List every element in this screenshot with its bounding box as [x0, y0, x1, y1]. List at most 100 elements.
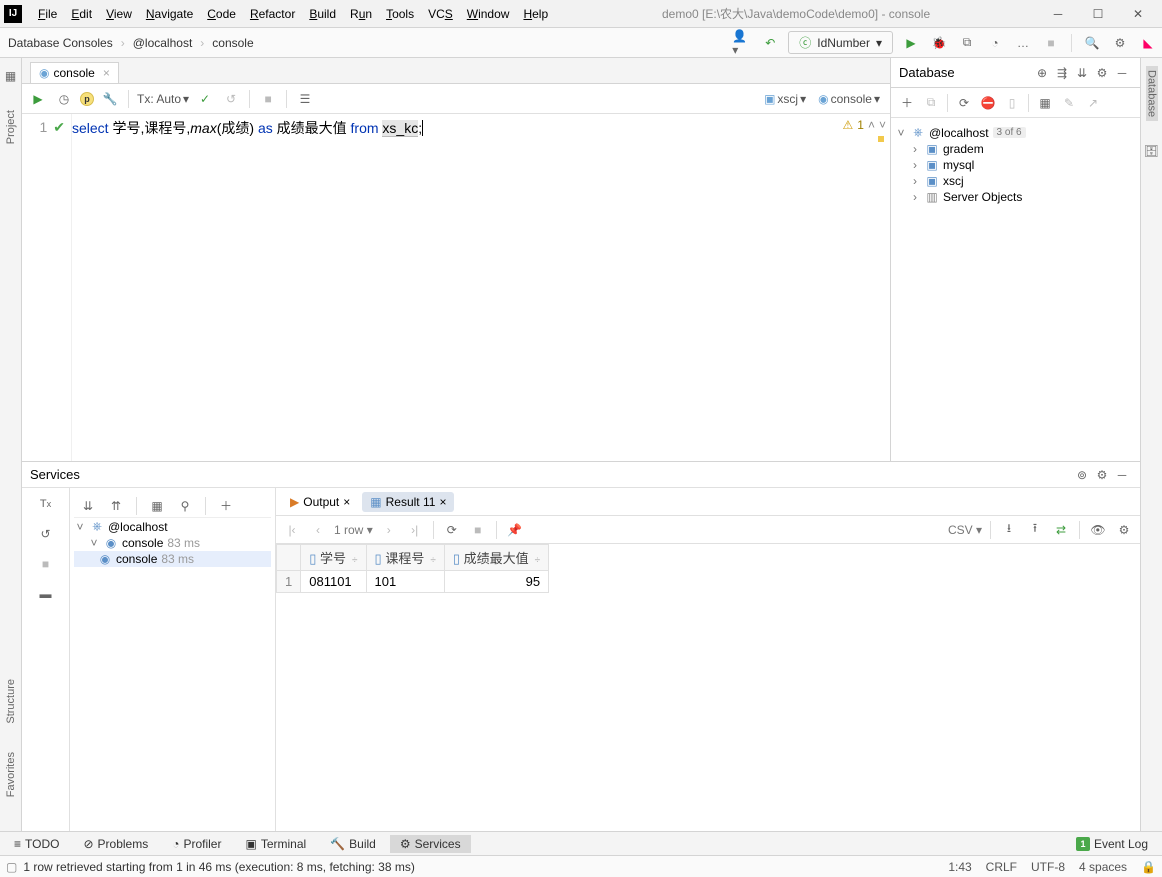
- run-configuration-dropdown[interactable]: ⓒ IdNumber ▾: [788, 31, 893, 54]
- close-icon[interactable]: ×: [439, 495, 446, 509]
- gear-icon[interactable]: ⚙: [1092, 63, 1112, 83]
- tab-terminal[interactable]: ▣ Terminal: [235, 835, 316, 853]
- expand-all-icon[interactable]: ⇊: [78, 496, 98, 516]
- expand-arrow-icon[interactable]: ›: [909, 174, 921, 188]
- tab-favorites[interactable]: Favorites: [5, 748, 17, 801]
- close-button[interactable]: ✕: [1118, 2, 1158, 26]
- menu-window[interactable]: Window: [461, 5, 516, 23]
- execute-button[interactable]: ▶: [28, 89, 48, 109]
- col-header-2[interactable]: ▯ 课程号÷: [366, 545, 444, 571]
- coverage-button[interactable]: ⧉: [957, 33, 977, 53]
- tab-build[interactable]: 🔨 Build: [320, 835, 386, 853]
- last-page-icon[interactable]: ›|: [405, 520, 425, 540]
- db-xscj[interactable]: ›▣xscj: [895, 173, 1136, 189]
- hide-panel-icon[interactable]: ─: [1112, 63, 1132, 83]
- stop-icon[interactable]: ■: [36, 554, 56, 574]
- layout-icon[interactable]: ▬: [36, 584, 56, 604]
- add-datasource-icon[interactable]: ⊕: [1032, 63, 1052, 83]
- tab-structure[interactable]: Structure: [5, 675, 17, 728]
- expand-icon[interactable]: ⇊: [1072, 63, 1092, 83]
- pin-icon[interactable]: 📌: [505, 520, 525, 540]
- tab-services[interactable]: ⚙ Services: [390, 835, 471, 853]
- cell-2[interactable]: 101: [366, 571, 444, 593]
- db-root[interactable]: ˅ ⎈ @localhost 3 of 6: [895, 124, 1136, 141]
- rollback-button[interactable]: ↺: [221, 89, 241, 109]
- filter-icon[interactable]: ⚲: [175, 496, 195, 516]
- expand-arrow-icon[interactable]: ˅: [74, 520, 86, 534]
- menu-navigate[interactable]: Navigate: [140, 5, 199, 23]
- stop-button[interactable]: ■: [1041, 33, 1061, 53]
- chevron-down-icon[interactable]: ˅: [879, 118, 886, 132]
- collapse-all-icon[interactable]: ⇈: [106, 496, 126, 516]
- refresh-icon[interactable]: ⟳: [954, 93, 974, 113]
- gear-icon[interactable]: ⚙: [1092, 465, 1112, 485]
- svc-host[interactable]: ˅⎈@localhost: [74, 518, 271, 535]
- compare-icon[interactable]: ⇄: [1051, 520, 1071, 540]
- sql-editor[interactable]: 1✔ select 学号,课程号,max(成绩) as 成绩最大值 from x…: [22, 114, 890, 461]
- file-encoding[interactable]: UTF-8: [1031, 860, 1065, 874]
- maximize-button[interactable]: ☐: [1078, 2, 1118, 26]
- export-format-dropdown[interactable]: CSV ▾: [948, 523, 982, 537]
- duplicate-icon[interactable]: ⧉: [921, 93, 941, 113]
- sort-icon[interactable]: ÷: [424, 555, 436, 566]
- svc-console-b[interactable]: ◉console 83 ms: [74, 551, 271, 567]
- menu-view[interactable]: View: [100, 5, 138, 23]
- collapse-icon[interactable]: ⇶: [1052, 63, 1072, 83]
- sort-icon[interactable]: ÷: [346, 555, 358, 566]
- table-icon[interactable]: ▦: [1035, 93, 1055, 113]
- cell-3[interactable]: 95: [444, 571, 548, 593]
- prev-page-icon[interactable]: ‹: [308, 520, 328, 540]
- tx-icon[interactable]: Tx: [36, 494, 56, 514]
- upload-icon[interactable]: ⭱: [1025, 520, 1045, 540]
- col-header-3[interactable]: ▯ 成绩最大值÷: [444, 545, 548, 571]
- database-tree[interactable]: ˅ ⎈ @localhost 3 of 6 ›▣gradem ›▣mysql ›…: [891, 118, 1140, 461]
- run-button[interactable]: ▶: [901, 33, 921, 53]
- warning-marker[interactable]: [878, 136, 884, 142]
- attach-button[interactable]: …: [1013, 33, 1033, 53]
- cancel-query-icon[interactable]: ■: [258, 89, 278, 109]
- edit-icon[interactable]: ✎: [1059, 93, 1079, 113]
- table-row[interactable]: 1 081101 101 95: [277, 571, 549, 593]
- tab-database[interactable]: Database: [1146, 66, 1158, 121]
- execute-plan-icon[interactable]: ◷: [54, 89, 74, 109]
- expand-arrow-icon[interactable]: ›: [909, 158, 921, 172]
- schema-dropdown[interactable]: ▣xscj▾: [760, 91, 810, 107]
- menu-vcs[interactable]: VCS: [422, 5, 459, 23]
- close-icon[interactable]: ×: [343, 495, 350, 509]
- wrench-icon[interactable]: 🔧: [100, 89, 120, 109]
- menu-file[interactable]: File: [32, 5, 63, 23]
- menu-tools[interactable]: Tools: [380, 5, 420, 23]
- gear-icon[interactable]: ⚙: [1114, 520, 1134, 540]
- tab-output[interactable]: ▶Output×: [282, 492, 358, 512]
- project-icon[interactable]: ▦: [1, 66, 21, 86]
- stop-icon[interactable]: ⛔: [978, 93, 998, 113]
- tab-console[interactable]: ◉ console ×: [30, 62, 119, 83]
- db-server-objects[interactable]: ›▥Server Objects: [895, 189, 1136, 205]
- chevron-up-icon[interactable]: ˄: [868, 118, 875, 132]
- cell-1[interactable]: 081101: [301, 571, 366, 593]
- next-page-icon[interactable]: ›: [379, 520, 399, 540]
- eye-icon[interactable]: 👁: [1088, 520, 1108, 540]
- db-gradem[interactable]: ›▣gradem: [895, 141, 1136, 157]
- bc-database-consoles[interactable]: Database Consoles: [4, 34, 117, 52]
- menu-refactor[interactable]: Refactor: [244, 5, 301, 23]
- new-icon[interactable]: ＋: [897, 93, 917, 113]
- expand-arrow-icon[interactable]: ›: [909, 142, 921, 156]
- expand-arrow-icon[interactable]: ˅: [895, 126, 907, 140]
- settings-icon[interactable]: ⚙: [1110, 33, 1130, 53]
- col-header-1[interactable]: ▯ 学号÷: [301, 545, 366, 571]
- tab-result[interactable]: ▦Result 11×: [362, 492, 454, 512]
- ping-icon[interactable]: p: [80, 92, 94, 106]
- add-icon[interactable]: ＋: [216, 496, 236, 516]
- result-table[interactable]: ▯ 学号÷ ▯ 课程号÷ ▯ 成绩最大值÷ 1 081101 101 95: [276, 544, 1140, 831]
- lock-icon[interactable]: 🔒: [1141, 860, 1156, 874]
- first-page-icon[interactable]: |‹: [282, 520, 302, 540]
- bc-console[interactable]: console: [208, 34, 257, 52]
- menu-run[interactable]: Run: [344, 5, 378, 23]
- commit-button[interactable]: ✓: [195, 89, 215, 109]
- event-log-button[interactable]: 1 Event Log: [1066, 835, 1158, 853]
- line-separator[interactable]: CRLF: [986, 860, 1017, 874]
- tab-todo[interactable]: ≡ TODO: [4, 835, 69, 853]
- menu-code[interactable]: Code: [201, 5, 242, 23]
- tab-problems[interactable]: ⊘ Problems: [73, 835, 158, 853]
